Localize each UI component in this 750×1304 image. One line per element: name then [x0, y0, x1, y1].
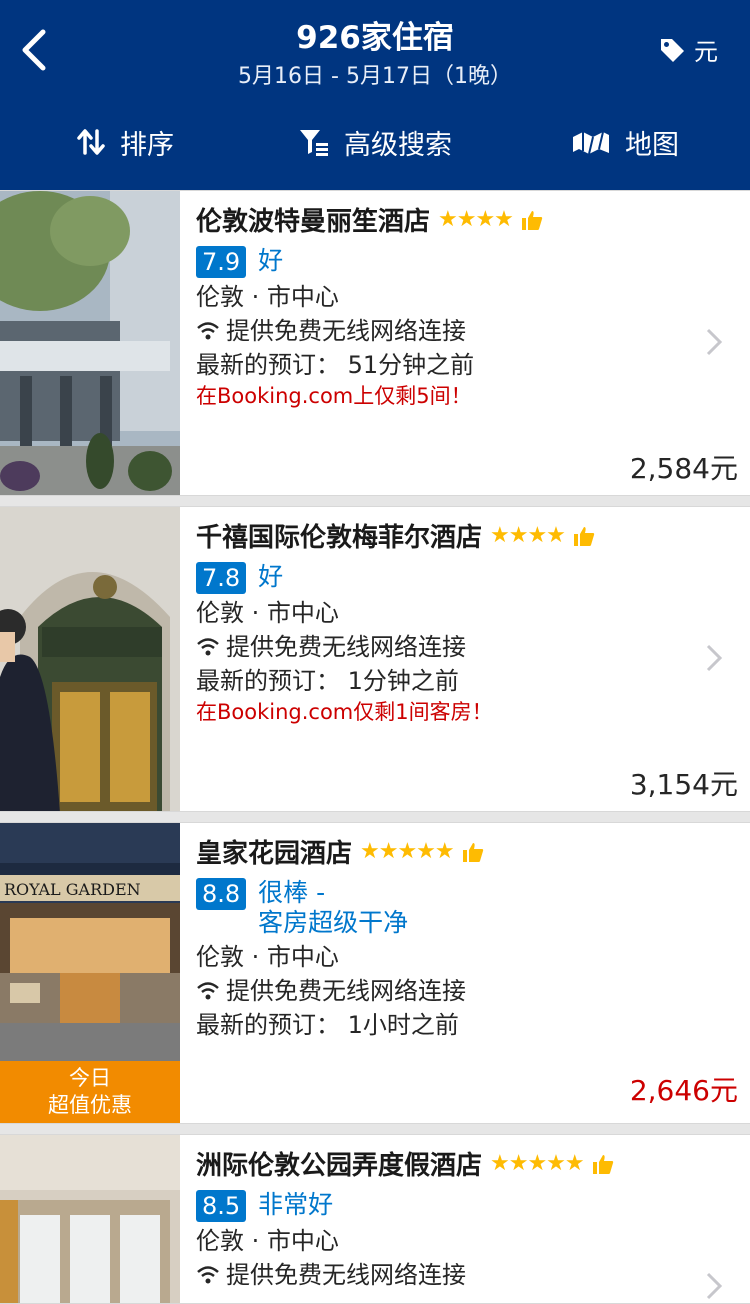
location: 伦敦 · 市中心: [196, 1227, 339, 1255]
location: 伦敦 · 市中心: [196, 943, 339, 971]
price: 3,154元: [629, 768, 738, 801]
star-rating: ★★★★: [438, 207, 514, 232]
review-score-label: 很棒 - 客房超级干净: [258, 878, 408, 938]
urgency-message: 在Booking.com上仅剩5间！: [196, 384, 472, 408]
score-row: 7.9 好: [196, 246, 700, 278]
hotel-info: 伦敦波特曼丽笙酒店 ★★★★ 7.9 好 伦敦 · 市中心 提供免费无线网络连接…: [196, 201, 700, 410]
score-row: 8.5 非常好: [196, 1190, 700, 1222]
review-score-label-line-2: 客房超级干净: [258, 908, 409, 937]
wifi-icon: [197, 982, 219, 1000]
review-score-label: 非常好: [258, 1190, 334, 1219]
price: 2,646元: [629, 1074, 738, 1107]
hotel-photo: [0, 507, 180, 811]
hotel-name: 千禧国际伦敦梅菲尔酒店: [196, 523, 483, 553]
filter-label: 高级搜索: [344, 129, 452, 161]
currency-button[interactable]: 元: [658, 32, 718, 67]
last-booked: 最新的预订： 1小时之前: [196, 1011, 459, 1039]
hotel-photo: ROYAL GARDEN 今日 超值优惠: [0, 823, 180, 1123]
thumbs-up-icon: [573, 526, 595, 546]
thumbs-up-icon: [462, 842, 483, 862]
page-title: 926家住宿: [296, 20, 454, 56]
hotel-card[interactable]: 千禧国际伦敦梅菲尔酒店 ★★★★ 7.8 好 伦敦 · 市中心 提供免费无线网络…: [0, 506, 750, 812]
chevron-right-icon: [706, 644, 723, 672]
sort-button[interactable]: 排序: [0, 110, 250, 174]
review-score-label-line-1: 很棒 -: [258, 878, 326, 907]
review-score-badge: 7.8: [196, 562, 247, 594]
wifi-label: 提供免费无线网络连接: [226, 317, 466, 345]
wifi-label: 提供免费无线网络连接: [226, 633, 466, 661]
hotel-name: 皇家花园酒店: [196, 839, 353, 869]
sort-label: 排序: [120, 129, 174, 161]
hotel-info: 洲际伦敦公园弄度假酒店 ★★★★★ 8.5 非常好 伦敦 · 市中心 提供免费无…: [196, 1145, 700, 1290]
wifi-row: 提供免费无线网络连接: [196, 1260, 700, 1290]
star-rating: ★★★★★: [490, 1151, 585, 1176]
filter-funnel-icon: [300, 130, 328, 156]
map-button[interactable]: 地图: [500, 110, 750, 174]
filter-button[interactable]: 高级搜索: [250, 110, 500, 174]
hotel-name-row: 千禧国际伦敦梅菲尔酒店 ★★★★: [196, 517, 700, 554]
sort-arrows-icon: [77, 129, 105, 155]
last-booked: 最新的预订： 1分钟之前: [196, 667, 459, 695]
hotel-info: 皇家花园酒店 ★★★★★ 8.8 很棒 - 客房超级干净 伦敦 · 市中心 提供…: [196, 833, 700, 1040]
hotel-info: 千禧国际伦敦梅菲尔酒店 ★★★★ 7.8 好 伦敦 · 市中心 提供免费无线网络…: [196, 517, 700, 726]
review-score-label: 好: [258, 562, 284, 591]
review-score-badge: 8.5: [196, 1190, 247, 1222]
chevron-right-icon: [706, 1272, 723, 1300]
star-rating: ★★★★: [490, 523, 566, 548]
wifi-row: 提供免费无线网络连接: [196, 632, 700, 662]
hotel-name-row: 皇家花园酒店 ★★★★★: [196, 833, 700, 870]
urgency-message: 在Booking.com仅剩1间客房！: [196, 700, 493, 724]
hotel-name: 洲际伦敦公园弄度假酒店: [196, 1151, 483, 1181]
toolbar: 排序 高级搜索 地图: [0, 110, 750, 174]
map-label: 地图: [625, 129, 679, 161]
hotel-name-row: 伦敦波特曼丽笙酒店 ★★★★: [196, 201, 700, 238]
thumbs-up-icon: [521, 210, 543, 230]
hotel-card[interactable]: 伦敦波特曼丽笙酒店 ★★★★ 7.9 好 伦敦 · 市中心 提供免费无线网络连接…: [0, 190, 750, 496]
hotel-card[interactable]: ROYAL GARDEN 今日 超值优惠 皇家花园酒店 ★★★★★ 8.8 很棒…: [0, 822, 750, 1124]
location: 伦敦 · 市中心: [196, 599, 339, 627]
score-row: 8.8 很棒 - 客房超级干净: [196, 878, 700, 938]
score-row: 7.8 好: [196, 562, 700, 594]
star-rating: ★★★★★: [360, 839, 455, 864]
hotel-card[interactable]: 洲际伦敦公园弄度假酒店 ★★★★★ 8.5 非常好 伦敦 · 市中心 提供免费无…: [0, 1134, 750, 1304]
hotel-name-row: 洲际伦敦公园弄度假酒店 ★★★★★: [196, 1145, 700, 1182]
last-booked: 最新的预订： 51分钟之前: [196, 351, 475, 379]
hotel-name: 伦敦波特曼丽笙酒店: [196, 207, 431, 237]
thumbs-up-icon: [592, 1154, 613, 1174]
currency-label: 元: [694, 38, 718, 66]
map-icon: [573, 131, 609, 155]
wifi-row: 提供免费无线网络连接: [196, 316, 700, 346]
hotel-photo: [0, 191, 180, 495]
deal-line-1: 今日: [69, 1066, 111, 1090]
wifi-icon: [197, 638, 219, 656]
wifi-icon: [197, 322, 219, 340]
chevron-right-icon: [706, 328, 723, 356]
review-score-badge: 7.9: [196, 246, 247, 278]
app-header: 926家住宿 5月16日 - 5月17日（1晚） 元 排序 高级搜索 地图: [0, 0, 750, 190]
wifi-label: 提供免费无线网络连接: [226, 1261, 466, 1289]
review-score-badge: 8.8: [196, 878, 247, 910]
wifi-row: 提供免费无线网络连接: [196, 976, 700, 1006]
hotel-sign: ROYAL GARDEN: [4, 880, 141, 899]
deal-badge: 今日 超值优惠: [0, 1061, 180, 1123]
deal-line-2: 超值优惠: [48, 1093, 132, 1117]
price: 2,584元: [629, 452, 738, 485]
wifi-icon: [197, 1266, 219, 1284]
date-range[interactable]: 5月16日 - 5月17日（1晚）: [0, 58, 750, 90]
price-tag-icon: [661, 38, 684, 62]
hotel-photo: [0, 1135, 180, 1303]
wifi-label: 提供免费无线网络连接: [226, 977, 466, 1005]
location: 伦敦 · 市中心: [196, 283, 339, 311]
review-score-label: 好: [258, 246, 284, 275]
